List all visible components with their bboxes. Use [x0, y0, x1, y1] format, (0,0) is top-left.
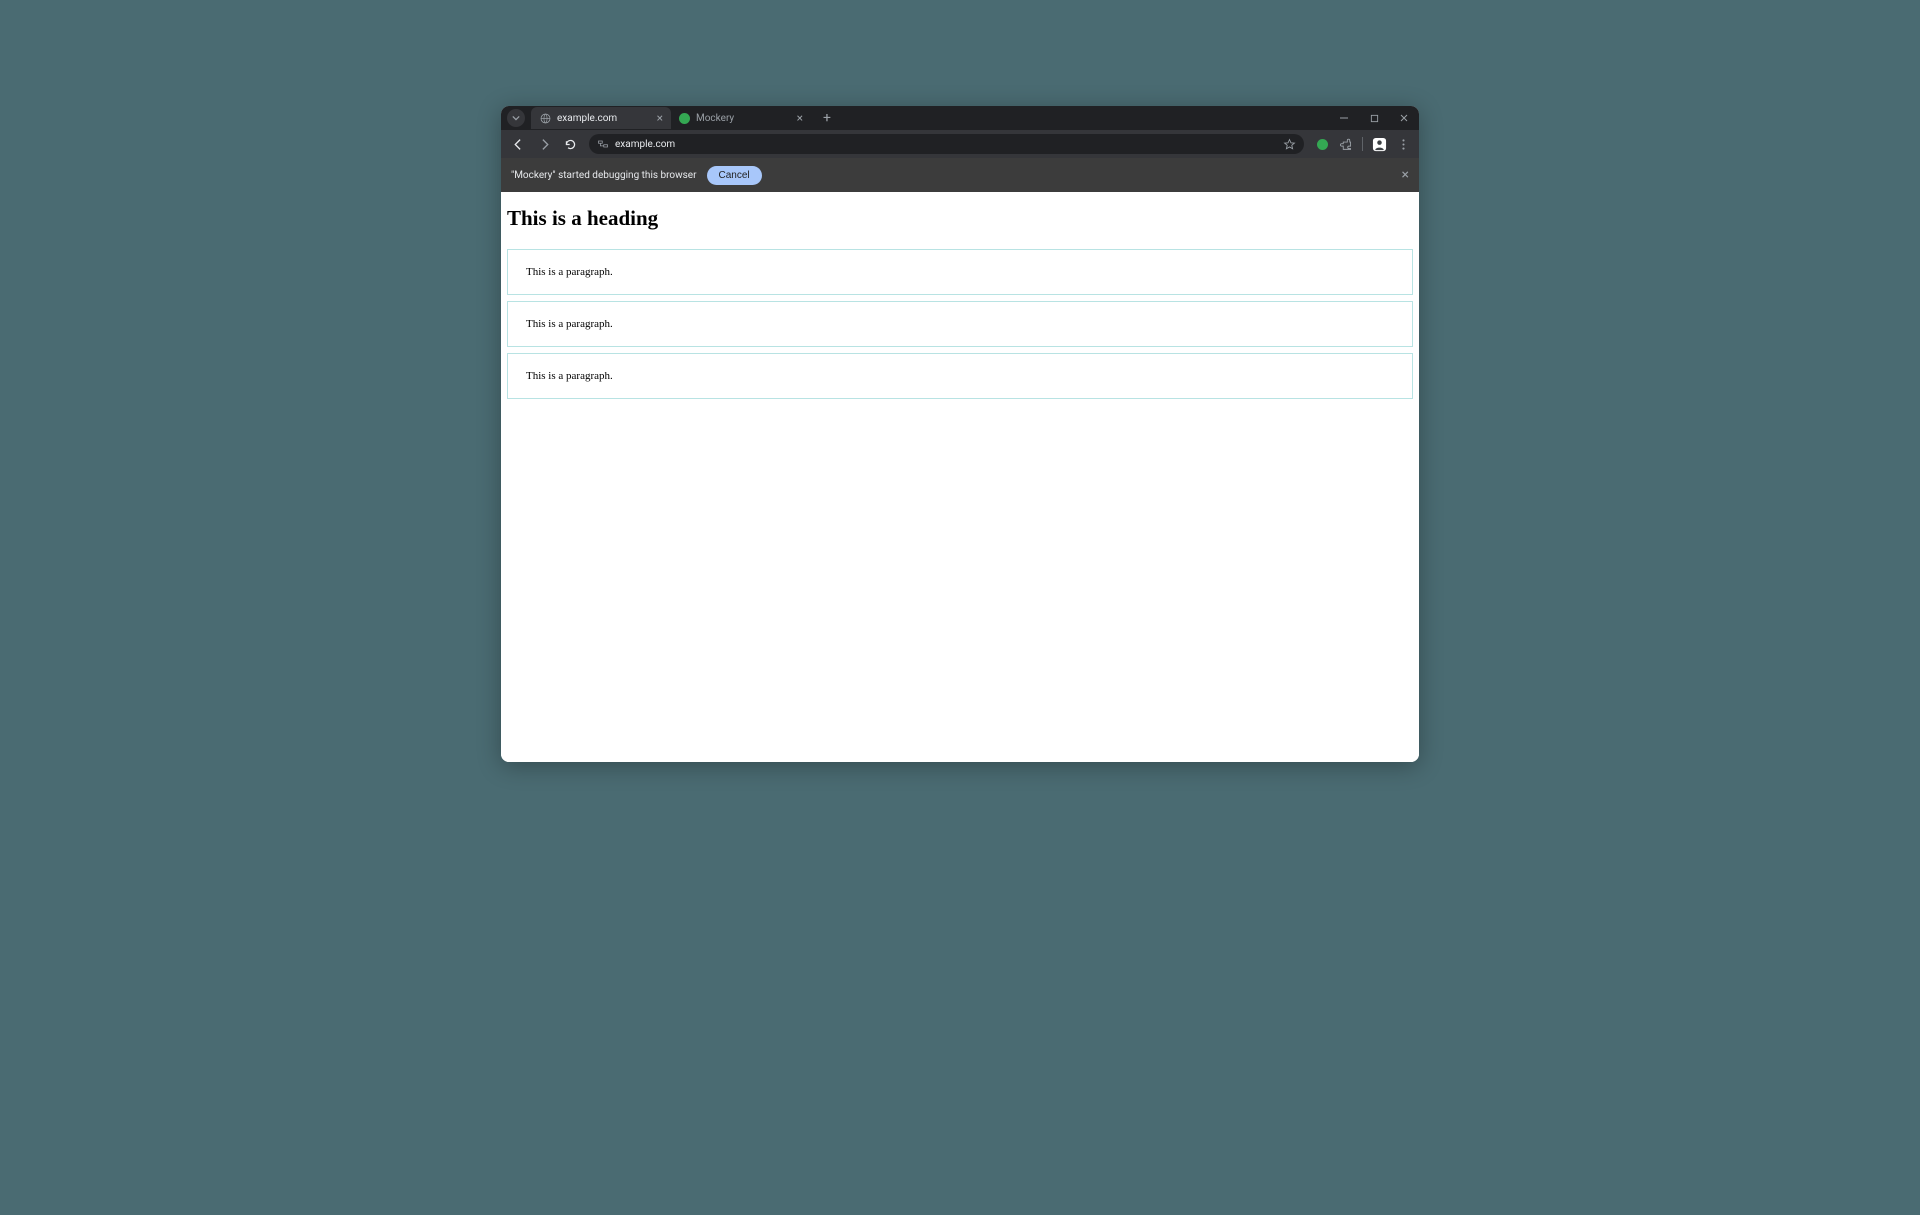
globe-icon: [539, 112, 551, 124]
browser-window: example.com × Mockery × +: [501, 106, 1419, 762]
paragraph-box: This is a paragraph.: [507, 301, 1413, 347]
site-info-icon[interactable]: [597, 138, 609, 150]
close-icon[interactable]: ×: [1402, 167, 1409, 183]
cancel-button[interactable]: Cancel: [707, 166, 762, 185]
tab-mockery[interactable]: Mockery ×: [671, 107, 811, 129]
extension-mockery-icon[interactable]: [1312, 134, 1332, 154]
extensions-icon[interactable]: [1336, 134, 1356, 154]
mockery-icon: [679, 113, 690, 124]
minimize-button[interactable]: [1329, 106, 1359, 130]
tab-search-dropdown[interactable]: [507, 109, 525, 127]
bookmark-star-icon[interactable]: [1283, 138, 1296, 151]
new-tab-button[interactable]: +: [819, 108, 835, 128]
menu-icon[interactable]: [1393, 134, 1413, 154]
profile-icon[interactable]: [1369, 134, 1389, 154]
url-text: example.com: [615, 139, 1283, 150]
debug-message: "Mockery" started debugging this browser: [511, 170, 697, 181]
window-close-button[interactable]: [1389, 106, 1419, 130]
toolbar: example.com: [501, 130, 1419, 158]
debug-infobar: "Mockery" started debugging this browser…: [501, 158, 1419, 192]
address-bar[interactable]: example.com: [589, 134, 1304, 154]
forward-button[interactable]: [533, 133, 555, 155]
paragraph-box: This is a paragraph.: [507, 353, 1413, 399]
page-heading: This is a heading: [501, 192, 1419, 243]
close-icon[interactable]: ×: [657, 111, 663, 125]
tab-title: example.com: [557, 113, 653, 124]
back-button[interactable]: [507, 133, 529, 155]
paragraph-box: This is a paragraph.: [507, 249, 1413, 295]
reload-button[interactable]: [559, 133, 581, 155]
tab-title: Mockery: [696, 113, 793, 124]
maximize-button[interactable]: [1359, 106, 1389, 130]
toolbar-divider: [1362, 137, 1363, 151]
close-icon[interactable]: ×: [797, 111, 803, 125]
window-controls: [1329, 106, 1419, 130]
tab-example[interactable]: example.com ×: [531, 107, 671, 129]
page-content: This is a heading This is a paragraph. T…: [501, 192, 1419, 762]
titlebar: example.com × Mockery × +: [501, 106, 1419, 130]
